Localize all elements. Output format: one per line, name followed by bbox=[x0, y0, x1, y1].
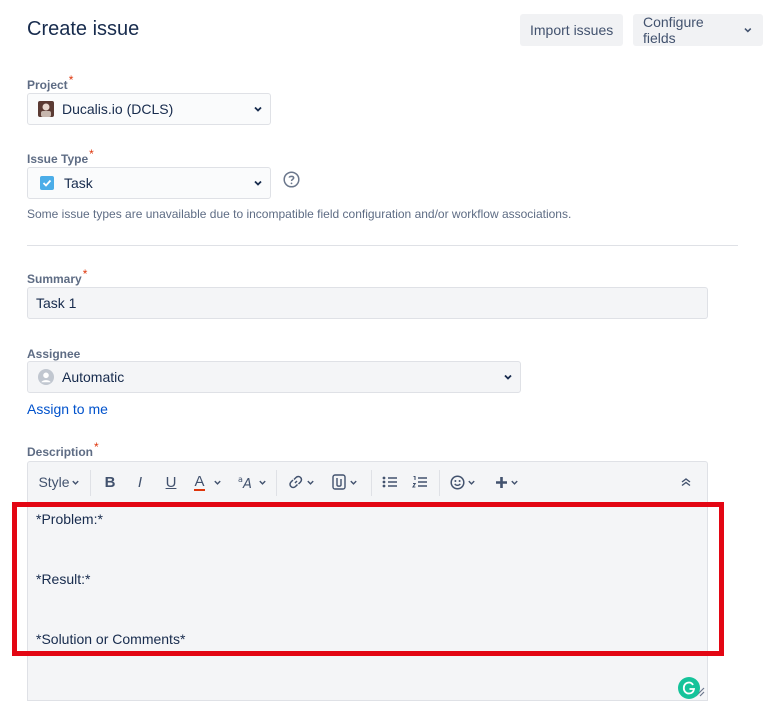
collapse-toolbar-button[interactable] bbox=[674, 462, 698, 502]
attachment-icon bbox=[331, 474, 346, 490]
toolbar-separator bbox=[439, 470, 440, 496]
description-editor[interactable]: *Problem:* *Result:* *Solution or Commen… bbox=[27, 501, 708, 701]
required-mark: * bbox=[68, 73, 74, 87]
help-icon[interactable] bbox=[283, 171, 300, 188]
grammarly-g-icon bbox=[682, 681, 696, 695]
issue-type-select[interactable]: Task bbox=[27, 167, 271, 199]
numbered-list-button[interactable] bbox=[408, 462, 432, 502]
text-style-icon: a A bbox=[238, 475, 252, 490]
svg-text:A: A bbox=[242, 477, 252, 490]
toolbar-separator bbox=[371, 470, 372, 496]
insert-more-button[interactable] bbox=[490, 462, 524, 502]
chevron-down-icon bbox=[504, 374, 512, 380]
chevron-down-icon bbox=[744, 27, 752, 33]
emoji-icon bbox=[450, 474, 465, 490]
attachment-button[interactable] bbox=[326, 462, 362, 502]
configure-fields-button[interactable]: Configure fields bbox=[633, 14, 763, 46]
link-button[interactable] bbox=[284, 462, 318, 502]
text-color-button[interactable]: A bbox=[190, 462, 226, 502]
plus-icon bbox=[496, 476, 507, 488]
text-color-icon: A bbox=[194, 472, 205, 491]
numbered-list-icon bbox=[412, 475, 427, 488]
bold-button[interactable]: B bbox=[98, 462, 122, 502]
project-select[interactable]: Ducalis.io (DCLS) bbox=[27, 93, 271, 125]
configure-fields-label: Configure fields bbox=[643, 14, 704, 46]
summary-label: Summary* bbox=[27, 267, 88, 286]
chevron-down-icon bbox=[213, 480, 221, 485]
required-mark: * bbox=[94, 440, 99, 454]
toolbar-separator bbox=[90, 470, 91, 496]
bullet-list-button[interactable] bbox=[378, 462, 402, 502]
italic-button[interactable]: I bbox=[128, 462, 152, 502]
text-format-button[interactable]: a A bbox=[234, 462, 270, 502]
chevron-down-icon bbox=[511, 480, 518, 485]
task-checkbox-icon bbox=[40, 176, 54, 190]
chevron-double-up-icon bbox=[681, 478, 691, 487]
style-dropdown[interactable]: Style bbox=[36, 462, 82, 502]
description-label: Description* bbox=[27, 440, 99, 459]
bullet-list-icon bbox=[382, 476, 397, 488]
summary-input[interactable]: Task 1 bbox=[27, 287, 708, 319]
import-issues-button[interactable]: Import issues bbox=[520, 14, 624, 46]
assignee-label: Assignee bbox=[27, 347, 81, 361]
import-issues-label: Import issues bbox=[530, 22, 614, 38]
chevron-down-icon bbox=[254, 180, 262, 186]
project-avatar-icon bbox=[38, 101, 54, 117]
divider bbox=[27, 245, 738, 246]
chevron-down-icon bbox=[254, 106, 262, 112]
chevron-down-icon bbox=[259, 480, 266, 485]
page-title: Create issue bbox=[27, 18, 140, 40]
underline-button[interactable]: U bbox=[159, 462, 183, 502]
link-icon bbox=[288, 475, 302, 489]
grammarly-icon[interactable] bbox=[678, 677, 700, 699]
chevron-down-icon bbox=[468, 480, 475, 485]
required-mark: * bbox=[89, 147, 94, 161]
style-label: Style bbox=[38, 474, 70, 490]
editor-toolbar: Style B I U A a A bbox=[27, 461, 708, 501]
assign-to-me-link[interactable]: Assign to me bbox=[27, 401, 108, 417]
editor-line: *Problem:* bbox=[36, 511, 103, 527]
issue-type-value: Task bbox=[64, 175, 93, 191]
project-label: Project* bbox=[27, 73, 74, 92]
editor-line: *Result:* bbox=[36, 571, 91, 587]
chevron-down-icon bbox=[306, 480, 314, 485]
user-avatar-icon bbox=[38, 369, 54, 385]
assignee-value: Automatic bbox=[62, 369, 125, 385]
editor-line: *Solution or Comments* bbox=[36, 631, 186, 647]
chevron-down-icon bbox=[71, 480, 79, 485]
emoji-button[interactable] bbox=[446, 462, 480, 502]
chevron-down-icon bbox=[349, 480, 357, 485]
assignee-select[interactable]: Automatic bbox=[27, 361, 521, 393]
toolbar-separator bbox=[276, 470, 277, 496]
project-value: Ducalis.io (DCLS) bbox=[62, 101, 174, 117]
required-mark: * bbox=[82, 267, 88, 281]
summary-value: Task 1 bbox=[36, 295, 77, 311]
issue-type-label: Issue Type* bbox=[27, 147, 94, 166]
issue-type-hint: Some issue types are unavailable due to … bbox=[27, 207, 572, 221]
